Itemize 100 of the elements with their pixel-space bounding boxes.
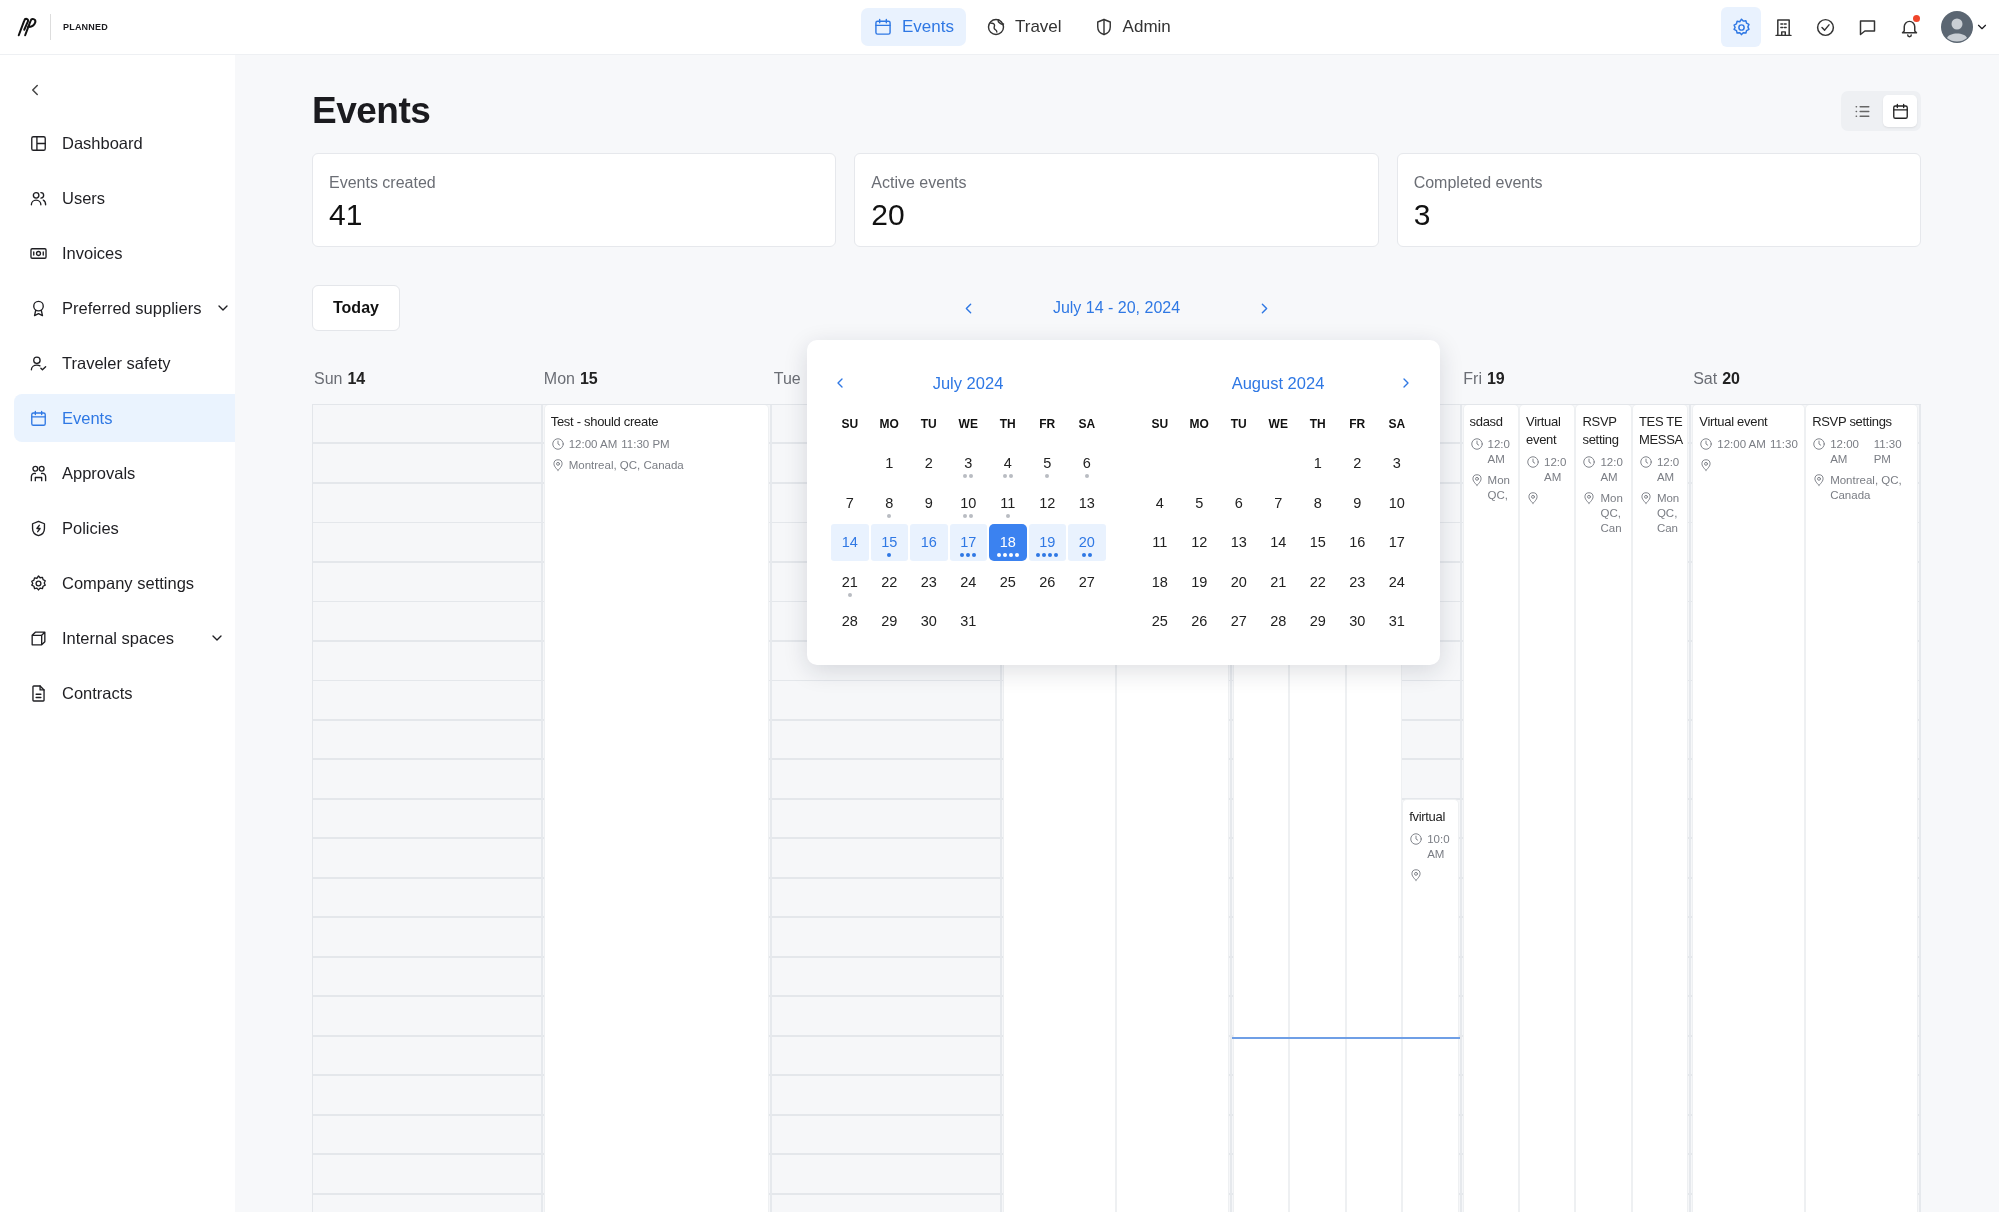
- calendar-day[interactable]: 27: [1220, 602, 1258, 640]
- calendar-day[interactable]: 19: [1028, 523, 1066, 561]
- calendar-day[interactable]: 11: [1141, 523, 1179, 561]
- date-label: 19: [1486, 370, 1505, 388]
- calendar-day[interactable]: 2: [910, 444, 948, 482]
- event-card[interactable]: fvirtual 10:0 AM: [1403, 800, 1458, 1212]
- calendar-day[interactable]: 9: [910, 484, 948, 522]
- weekday-header: TH: [1308, 415, 1327, 433]
- calendar-day[interactable]: 29: [1299, 602, 1337, 640]
- nav-tab[interactable]: Events: [861, 8, 966, 46]
- sidebar-item[interactable]: Users: [14, 174, 235, 222]
- calendar-day[interactable]: 9: [1338, 484, 1376, 522]
- week-range-button[interactable]: July 14 - 20, 2024: [1052, 299, 1181, 317]
- calendar-day[interactable]: 21: [831, 563, 869, 601]
- calendar-day[interactable]: 30: [1338, 602, 1376, 640]
- calendar-day[interactable]: 7: [831, 484, 869, 522]
- sidebar-item[interactable]: Preferred suppliers: [14, 284, 235, 332]
- sidebar-item[interactable]: Contracts: [14, 669, 235, 717]
- stat-label: Active events: [871, 174, 967, 192]
- calendar-day[interactable]: 15: [870, 523, 908, 561]
- calendar-day[interactable]: 17: [949, 523, 987, 561]
- event-card[interactable]: Virtual event 12:0 AM: [1520, 405, 1575, 1212]
- calendar-day[interactable]: 29: [870, 602, 908, 640]
- calendar-day[interactable]: 11: [989, 484, 1027, 522]
- calendar-day[interactable]: 12: [1028, 484, 1066, 522]
- calendar-day[interactable]: 27: [1068, 563, 1106, 601]
- calendar-day[interactable]: 24: [1378, 563, 1416, 601]
- calendar-day[interactable]: 6: [1068, 444, 1106, 482]
- calendar-day[interactable]: 6: [1220, 484, 1258, 522]
- calendar-day[interactable]: 8: [870, 484, 908, 522]
- calendar-day[interactable]: 1: [1299, 444, 1337, 482]
- calendar-day[interactable]: 4: [1141, 484, 1179, 522]
- weekday-label: Sun: [314, 370, 343, 388]
- calendar-day[interactable]: 23: [1338, 563, 1376, 601]
- calendar-day[interactable]: 12: [1180, 523, 1218, 561]
- calendar-day[interactable]: 16: [1338, 523, 1376, 561]
- calendar-day[interactable]: 10: [949, 484, 987, 522]
- settings-icon: [1730, 16, 1752, 38]
- calendar-day[interactable]: 20: [1220, 563, 1258, 601]
- today-button[interactable]: Today: [312, 285, 400, 331]
- calendar-day[interactable]: 26: [1028, 563, 1066, 601]
- calendar-day[interactable]: 23: [910, 563, 948, 601]
- sidebar-item[interactable]: Dashboard: [14, 119, 235, 167]
- calendar-day[interactable]: 8: [1299, 484, 1337, 522]
- settings-button[interactable]: [1721, 7, 1761, 47]
- event-card[interactable]: RSVP settings 12:00 AM 11:30 PM Montreal, QC, Canada: [1806, 405, 1917, 1212]
- clock-icon: [1469, 437, 1484, 451]
- calendar-day[interactable]: 2: [1338, 444, 1376, 482]
- event-card[interactable]: sdasd 12:0 AM Mon QC,: [1463, 405, 1518, 1212]
- calendar-view-button[interactable]: [1883, 95, 1917, 127]
- calendar-day[interactable]: 20: [1068, 523, 1106, 561]
- calendar-day[interactable]: 5: [1180, 484, 1218, 522]
- calendar-day[interactable]: 17: [1378, 523, 1416, 561]
- calendar-day[interactable]: 31: [949, 602, 987, 640]
- sidebar-item[interactable]: Traveler safety: [14, 339, 235, 387]
- calendar-day[interactable]: 28: [1259, 602, 1297, 640]
- calendar-day[interactable]: 4: [989, 444, 1027, 482]
- event-end-time: 11:30: [1769, 437, 1798, 452]
- sidebar-item[interactable]: Invoices: [14, 229, 235, 277]
- calendar-day[interactable]: 30: [910, 602, 948, 640]
- sidebar-item[interactable]: Approvals: [14, 449, 235, 497]
- calendar-day[interactable]: 31: [1378, 602, 1416, 640]
- calendar-day[interactable]: 26: [1180, 602, 1218, 640]
- calendar-day[interactable]: 28: [831, 602, 869, 640]
- calendar-day[interactable]: 25: [989, 563, 1027, 601]
- calendar-day[interactable]: 25: [1141, 602, 1179, 640]
- calendar-day[interactable]: 19: [1180, 563, 1218, 601]
- calendar-day[interactable]: 3: [949, 444, 987, 482]
- event-start-time: 10:0 AM: [1427, 832, 1451, 862]
- calendar-day[interactable]: 14: [831, 523, 869, 561]
- event-card[interactable]: TES TE MESSA 12:0 AM Mon QC, Can: [1632, 405, 1688, 1212]
- sidebar-item[interactable]: Policies: [14, 504, 235, 552]
- avatar-icon[interactable]: [1941, 11, 1973, 43]
- calendar-day[interactable]: 3: [1378, 444, 1416, 482]
- calendar-day[interactable]: 14: [1259, 523, 1297, 561]
- calendar-day[interactable]: 7: [1259, 484, 1297, 522]
- sidebar-item[interactable]: Internal spaces: [14, 614, 235, 662]
- stat-value: 41: [329, 198, 363, 232]
- calendar-day[interactable]: 18: [1141, 563, 1179, 601]
- calendar-day[interactable]: 15: [1299, 523, 1337, 561]
- calendar-day[interactable]: 24: [949, 563, 987, 601]
- calendar-day[interactable]: 21: [1259, 563, 1297, 601]
- calendar-day[interactable]: 13: [1220, 523, 1258, 561]
- event-card[interactable]: Virtual event 12:00 AM 11:30: [1693, 405, 1805, 1212]
- event-card[interactable]: RSVP setting 12:0 AM Mon QC, Can: [1576, 405, 1631, 1212]
- settings-icon: [29, 573, 48, 593]
- nav-tab[interactable]: Admin: [1081, 8, 1183, 46]
- calendar-day[interactable]: 18: [989, 523, 1027, 561]
- calendar-day[interactable]: 22: [1299, 563, 1337, 601]
- sidebar-item[interactable]: Events: [14, 394, 235, 442]
- nav-tab[interactable]: Travel: [974, 8, 1074, 46]
- event-card[interactable]: Test - should create 12:00 AM 11:30 PM Montreal, QC, Canada: [544, 405, 769, 1212]
- sidebar-item[interactable]: Company settings: [14, 559, 235, 607]
- date-label: 20: [1722, 370, 1740, 388]
- calendar-day[interactable]: 1: [870, 444, 908, 482]
- calendar-day[interactable]: 16: [910, 523, 948, 561]
- calendar-day[interactable]: 22: [870, 563, 908, 601]
- calendar-day[interactable]: 5: [1028, 444, 1066, 482]
- calendar-day[interactable]: 13: [1068, 484, 1106, 522]
- calendar-day[interactable]: 10: [1378, 484, 1416, 522]
